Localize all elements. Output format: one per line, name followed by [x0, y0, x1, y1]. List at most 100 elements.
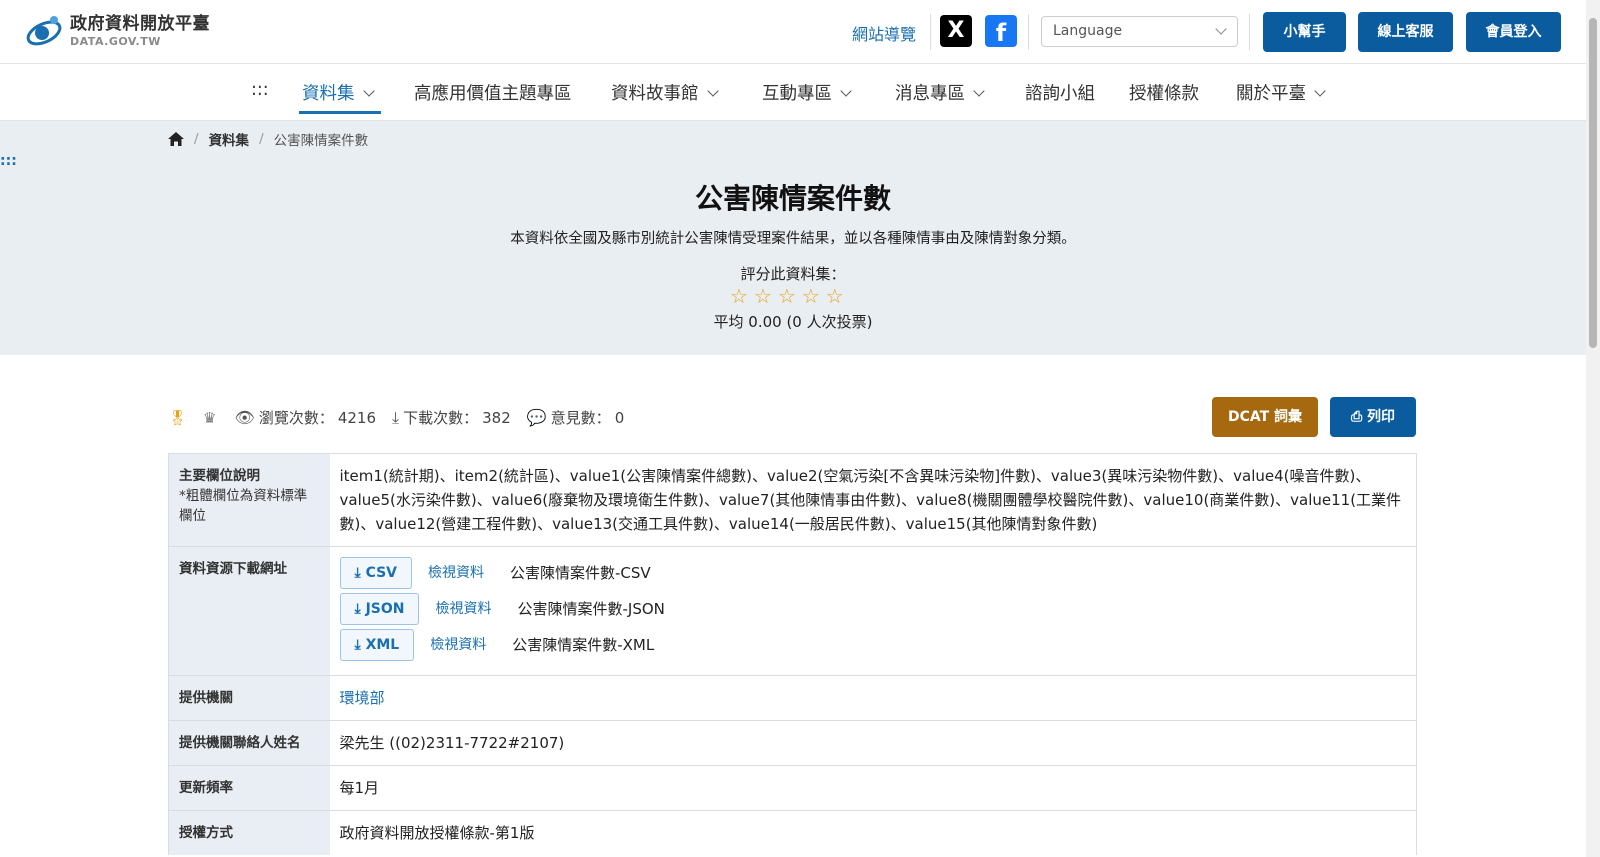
resource-name: 公害陳情案件數-JSON	[517, 600, 665, 618]
nav-item-label: 消息專區	[895, 84, 965, 104]
sitemap-link[interactable]: 網站導覽	[852, 21, 916, 45]
divider	[1028, 14, 1029, 50]
home-icon[interactable]	[168, 132, 184, 146]
accesskey-dots[interactable]: :::	[0, 153, 17, 169]
site-header: 政府資料開放平臺 DATA.GOV.TW 網站導覽 X f Language 小…	[0, 0, 1586, 64]
download-format: XML	[365, 637, 400, 653]
support-button[interactable]: 線上客服	[1358, 12, 1453, 52]
comments-icon: 💬	[526, 408, 547, 427]
table-row: 提供機關 環境部	[168, 675, 1417, 721]
rating-stars: ☆ ☆ ☆ ☆ ☆	[730, 286, 844, 306]
nav-item-label: 資料集	[302, 84, 355, 104]
facebook-icon[interactable]: f	[985, 15, 1017, 47]
fields-label: 主要欄位說明	[179, 468, 260, 484]
x-twitter-icon[interactable]: X	[940, 15, 972, 47]
chevron-down-icon	[1215, 23, 1227, 35]
dataset-stats: 🎖 ♛ 👁 瀏覽次數： 4216 ⤓ 下載次數： 382 💬 意見數： 0	[168, 407, 640, 428]
chevron-down-icon	[706, 85, 719, 97]
nav-item-high-value[interactable]: 高應用價值主題專區	[414, 80, 572, 105]
view-data-link[interactable]: 檢視資料	[428, 561, 484, 585]
downloads-stat: ⤓ 下載次數： 382	[392, 407, 511, 428]
download-format: JSON	[365, 601, 405, 617]
table-row: 提供機關聯絡人姓名 梁先生 ((02)2311-7722#2107)	[168, 720, 1417, 766]
nav-item-interactive[interactable]: 互動專區	[762, 80, 852, 105]
login-button[interactable]: 會員登入	[1466, 12, 1561, 52]
resource-row-csv: ⤓ CSV 檢視資料 公害陳情案件數-CSV	[339, 555, 1407, 591]
resources-cell: ⤓ CSV 檢視資料 公害陳情案件數-CSV ⤓ JSON 檢視資料 公害陳情案…	[329, 546, 1417, 676]
download-csv-button[interactable]: ⤓ CSV	[339, 557, 413, 589]
nav-item-news[interactable]: 消息專區	[895, 80, 985, 105]
comments-stat: 💬 意見數： 0	[527, 407, 624, 428]
chevron-down-icon	[973, 85, 985, 97]
frequency-value: 每1月	[329, 765, 1417, 811]
license-value: 政府資料開放授權條款-第1版	[329, 810, 1417, 855]
site-logo[interactable]: 政府資料開放平臺 DATA.GOV.TW	[24, 12, 210, 50]
table-row: 更新頻率 每1月	[168, 765, 1417, 811]
dcat-button[interactable]: DCAT 詞彙	[1212, 397, 1318, 437]
dataset-description: 本資料依全國及縣市別統計公害陳情受理案件結果，並以各種陳情事由及陳情對象分類。	[510, 231, 1076, 247]
breadcrumb-separator: /	[194, 131, 199, 147]
nav-item-label: 資料故事館	[611, 84, 699, 104]
breadcrumb-current: 公害陳情案件數	[273, 133, 369, 149]
nav-item-license[interactable]: 授權條款	[1129, 80, 1199, 105]
star-icon[interactable]: ☆	[778, 286, 796, 306]
rating-label: 評分此資料集：	[740, 265, 846, 283]
resource-row-json: ⤓ JSON 檢視資料 公害陳情案件數-JSON	[339, 591, 1407, 627]
chevron-down-icon	[1314, 85, 1326, 97]
agency-link[interactable]: 環境部	[340, 689, 385, 707]
row-header: 授權方式	[168, 810, 330, 855]
breadcrumb-datasets[interactable]: 資料集	[209, 129, 250, 149]
breadcrumb-separator: /	[259, 131, 264, 147]
star-icon[interactable]: ☆	[826, 286, 844, 306]
nav-active-indicator	[299, 111, 381, 114]
resource-row-xml: ⤓ XML 檢視資料 公害陳情案件數-XML	[339, 627, 1407, 663]
scrollbar-thumb[interactable]	[1589, 18, 1597, 348]
divider	[1249, 14, 1250, 50]
nav-item-advisory[interactable]: 諮詢小組	[1025, 80, 1095, 105]
row-header: 提供機關	[168, 675, 330, 721]
view-data-link[interactable]: 檢視資料	[430, 633, 486, 657]
downloads-count: 382	[482, 408, 511, 427]
divider	[930, 14, 931, 50]
download-xml-button[interactable]: ⤓ XML	[339, 629, 415, 661]
chevron-down-icon	[362, 85, 375, 97]
star-icon[interactable]: ☆	[802, 286, 820, 306]
table-row: 資料資源下載網址 ⤓ CSV 檢視資料 公害陳情案件數-CSV ⤓ JSON 檢…	[168, 546, 1417, 676]
logo-title: 政府資料開放平臺	[70, 13, 210, 34]
nav-item-datasets[interactable]: 資料集	[302, 80, 375, 105]
page-scrollbar[interactable]	[1586, 0, 1600, 857]
views-count: 4216	[337, 408, 377, 427]
row-header: 主要欄位說明 *粗體欄位為資料標準欄位	[168, 453, 330, 547]
language-select-value: Language	[1053, 23, 1123, 39]
row-header: 更新頻率	[168, 765, 330, 811]
nav-menu-dots[interactable]: :::	[251, 80, 269, 100]
nav-item-about[interactable]: 關於平臺	[1236, 80, 1326, 105]
crown-icon: ♛	[203, 408, 217, 427]
eye-icon: 👁	[234, 408, 255, 427]
logo-icon	[24, 12, 64, 50]
view-data-link[interactable]: 檢視資料	[435, 597, 491, 621]
main-nav: ::: 資料集 高應用價值主題專區 資料故事館 互動專區 消息專區 諮詢小組 授…	[0, 64, 1586, 121]
print-button[interactable]: ⎙ 列印	[1330, 397, 1416, 437]
language-select[interactable]: Language	[1041, 16, 1238, 47]
nav-item-label: 關於平臺	[1236, 84, 1306, 104]
breadcrumb: / 資料集 / 公害陳情案件數	[168, 129, 368, 149]
star-icon[interactable]: ☆	[730, 286, 748, 306]
helper-button[interactable]: 小幫手	[1263, 12, 1346, 52]
comments-count: 0	[614, 408, 625, 427]
page-title: 公害陳情案件數	[694, 182, 891, 215]
table-row: 授權方式 政府資料開放授權條款-第1版	[168, 810, 1417, 855]
award-badge-icon: 🎖	[168, 408, 188, 427]
comments-label: 意見數：	[550, 409, 611, 427]
contact-value: 梁先生 ((02)2311-7722#2107)	[329, 720, 1417, 766]
download-json-button[interactable]: ⤓ JSON	[339, 593, 420, 625]
nav-item-stories[interactable]: 資料故事館	[611, 80, 719, 105]
resource-name: 公害陳情案件數-CSV	[510, 564, 651, 582]
fields-value: item1(統計期)、item2(統計區)、value1(公害陳情案件總數)、v…	[329, 453, 1417, 547]
downloads-label: 下載次數：	[403, 409, 479, 427]
star-icon[interactable]: ☆	[754, 286, 772, 306]
nav-item-label: 互動專區	[762, 84, 832, 104]
chevron-down-icon	[840, 85, 852, 97]
fields-note: *粗體欄位為資料標準欄位	[179, 488, 308, 524]
views-stat: 👁 瀏覽次數： 4216	[235, 407, 377, 428]
